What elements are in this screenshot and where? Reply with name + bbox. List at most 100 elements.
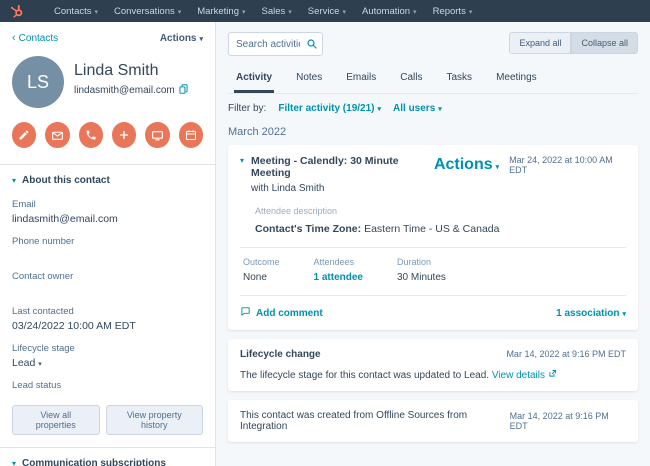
associations-dropdown[interactable]: 1 association [556,308,626,319]
back-to-contacts-link[interactable]: ‹ Contacts [12,32,58,44]
chevron-down-icon: ▾ [12,176,17,185]
nav-item-label: Automation [361,5,411,17]
chevron-down-icon [178,6,182,17]
contact-email: lindasmith@email.com [74,85,175,96]
lifecycle-stage-value[interactable]: Lead [12,357,203,369]
chevron-down-icon [413,6,417,17]
divider [240,295,626,296]
view-details-link[interactable]: View details [492,370,545,381]
filter-activity-dropdown[interactable]: Filter activity (19/21) [278,103,381,114]
subscriptions-section-title: Communication subscriptions [22,458,166,466]
phone-field-label: Phone number [12,236,75,247]
view-all-properties-button[interactable]: View all properties [12,405,100,435]
nav-item-contacts[interactable]: Contacts [54,6,98,17]
about-section-title: About this contact [22,175,110,186]
nav-item-sales[interactable]: Sales [262,6,292,17]
avatar: LS [12,56,64,108]
created-card-body: This contact was created from Offline So… [240,410,468,432]
external-link-icon [548,370,557,381]
attendee-description-label: Attendee description [255,206,338,216]
all-users-dropdown[interactable]: All users [393,103,442,114]
lifecycle-card-title: Lifecycle change [240,349,321,360]
contact-sidebar: ‹ Contacts Actions LS Linda Smith lindas… [0,22,216,466]
chevron-down-icon [438,103,442,114]
chevron-down-icon: ▾ [12,459,17,466]
hubspot-logo-icon[interactable] [10,4,24,18]
tab-activity[interactable]: Activity [234,68,275,93]
lifecycle-card-body: The lifecycle stage for this contact was… [240,370,492,381]
activity-panel: Expand all Collapse all Activity Notes E… [216,22,650,466]
attendees-label: Attendees [313,257,355,267]
nav-item-label: Marketing [197,5,239,17]
associations-label: 1 association [556,307,620,319]
nav-item-conversations[interactable]: Conversations [114,6,181,17]
tab-tasks[interactable]: Tasks [445,68,475,93]
chevron-down-icon [288,6,292,17]
note-button[interactable] [12,122,37,148]
view-property-history-button[interactable]: View property history [105,405,203,435]
meeting-activity-card: ▾ Meeting - Calendly: 30 Minute Meeting … [228,145,638,330]
divider [240,247,626,248]
contact-created-card: This contact was created from Offline So… [228,400,638,442]
email-button[interactable] [45,122,70,148]
chevron-down-icon [378,103,382,114]
nav-item-marketing[interactable]: Marketing [197,6,245,17]
contact-actions-dropdown[interactable]: Actions [160,33,203,44]
nav-item-service[interactable]: Service [308,6,346,17]
outcome-label: Outcome [243,257,280,267]
collapse-card-icon[interactable]: ▾ [240,156,244,194]
chevron-down-icon [342,6,346,17]
lifecycle-change-card: Lifecycle change Mar 14, 2022 at 9:16 PM… [228,339,638,391]
lifecycle-card-timestamp: Mar 14, 2022 at 9:16 PM EDT [506,349,626,359]
chevron-down-icon [38,358,42,368]
email-field-value[interactable]: lindasmith@email.com [12,213,203,225]
meeting-subtitle: with Linda Smith [251,183,325,194]
subscriptions-section-header[interactable]: ▾ Communication subscriptions [12,448,203,466]
timezone-label: Contact's Time Zone: [255,223,362,235]
meeting-timestamp: Mar 24, 2022 at 10:00 AM EDT [509,155,613,175]
chevron-left-icon: ‹ [12,32,16,44]
nav-item-label: Conversations [114,5,175,17]
meeting-title: Meeting - Calendly: 30 Minute Meeting [251,155,399,179]
chevron-down-icon [469,6,473,17]
nav-item-label: Sales [261,5,286,17]
task-button[interactable] [145,122,170,148]
meeting-actions-dropdown[interactable]: Actions [434,156,499,174]
nav-item-reports[interactable]: Reports [433,6,473,17]
created-card-timestamp: Mar 14, 2022 at 9:16 PM EDT [509,411,609,431]
add-comment-label: Add comment [256,307,323,319]
tab-notes[interactable]: Notes [294,68,324,93]
tab-meetings[interactable]: Meetings [494,68,539,93]
call-button[interactable] [78,122,103,148]
owner-field-label: Contact owner [12,271,74,282]
tab-calls[interactable]: Calls [398,68,424,93]
expand-all-button[interactable]: Expand all [509,32,572,54]
add-button[interactable] [112,122,137,148]
attendees-link[interactable]: 1 attendee [314,272,363,283]
filter-by-label: Filter by: [228,103,267,114]
owner-field-value[interactable] [12,285,203,295]
collapse-all-button[interactable]: Collapse all [571,32,638,54]
about-section-header[interactable]: ▾ About this contact [12,165,203,188]
outcome-value: None [243,272,267,283]
all-users-label: All users [393,103,436,114]
nav-item-label: Contacts [54,5,92,17]
lead-status-label: Lead status [12,380,62,391]
add-comment-button[interactable]: Add comment [240,306,323,320]
nav-item-label: Reports [432,5,466,17]
copy-icon[interactable] [179,84,188,97]
back-link-label: Contacts [18,32,59,44]
contact-name: Linda Smith [74,62,159,79]
last-contacted-label: Last contacted [12,306,74,317]
lifecycle-stage-text: Lead [12,357,36,369]
email-field-label: Email [12,199,36,210]
phone-field-value[interactable] [12,250,203,260]
duration-label: Duration [396,257,432,267]
comment-icon [240,306,251,320]
filter-activity-label: Filter activity (19/21) [278,103,375,114]
chevron-down-icon [199,33,203,44]
lifecycle-stage-label: Lifecycle stage [12,343,75,354]
meeting-button[interactable] [178,122,203,148]
nav-item-automation[interactable]: Automation [362,6,417,17]
tab-emails[interactable]: Emails [344,68,378,93]
